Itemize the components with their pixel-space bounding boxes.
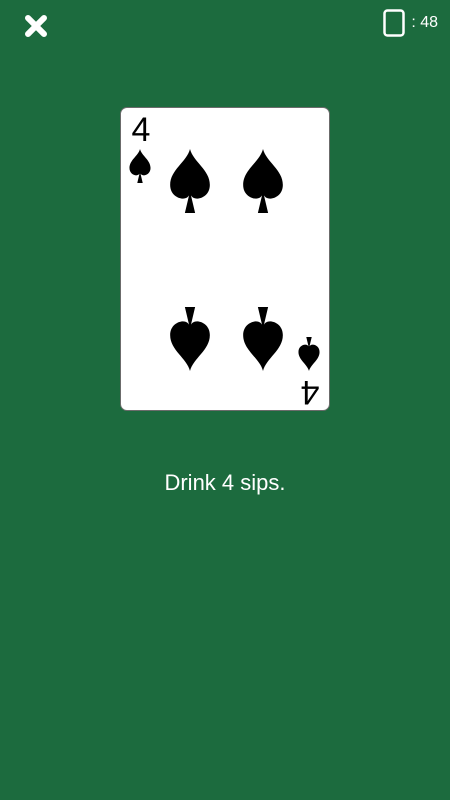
spade-pip-icon — [243, 307, 283, 371]
card-rank-top: 4 — [132, 111, 151, 149]
deck-counter: : 48 — [383, 8, 438, 38]
spade-pip-icon — [170, 307, 210, 371]
spade-pip-icon — [243, 149, 283, 213]
playing-card: 4 4 — [120, 107, 330, 411]
card-deck-icon — [383, 9, 406, 37]
close-button[interactable] — [24, 14, 48, 38]
spade-corner-icon-top — [129, 149, 151, 183]
card-rank-bottom: 4 — [301, 373, 320, 411]
drink-instruction: Drink 4 sips. — [164, 470, 286, 495]
close-x-icon — [25, 15, 47, 37]
cards-remaining-count: : 48 — [411, 14, 438, 31]
spade-corner-icon-bottom — [298, 337, 320, 371]
spade-pip-icon — [170, 149, 210, 213]
